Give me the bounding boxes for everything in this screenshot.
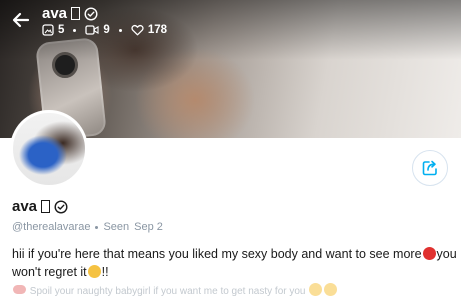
- avatar[interactable]: [10, 110, 88, 188]
- profile-display-name: ava: [12, 198, 38, 215]
- smirk-emoji-icon: [309, 283, 323, 296]
- bio-faded-text: Spoil your naughty babygirl if you want …: [29, 286, 306, 297]
- cover-display-name: ava: [42, 5, 68, 22]
- lips-emoji-icon: [13, 285, 26, 294]
- videos-count: 9: [103, 24, 110, 36]
- grin-emoji-icon: [87, 265, 101, 278]
- missing-glyph-box: [71, 7, 81, 20]
- handle-row: @therealavarae Seen Sep 2: [12, 221, 163, 233]
- back-arrow-icon: [12, 12, 30, 28]
- stat-separator: [118, 28, 122, 32]
- smirk-emoji-icon: [324, 283, 338, 296]
- bio-line-end: !!: [101, 265, 109, 279]
- bio-faded-line: Spoil your naughty babygirl if you want …: [12, 283, 457, 297]
- cover-stats: 5 9 178: [42, 24, 167, 36]
- cover-title: ava: [42, 5, 98, 22]
- seen-label: Seen: [103, 221, 130, 233]
- angry-face-emoji-icon: [422, 247, 436, 260]
- video-icon: [85, 25, 99, 35]
- verified-check-icon: [84, 6, 98, 21]
- photos-count: 5: [58, 24, 65, 36]
- missing-glyph-box: [41, 200, 51, 213]
- seen-separator: [95, 225, 99, 229]
- heart-icon: [131, 24, 144, 36]
- seen-date: Sep 2: [134, 221, 163, 233]
- profile-name-row: ava: [12, 198, 68, 215]
- share-icon: [422, 160, 437, 176]
- photos-stat: 5: [42, 24, 64, 36]
- stat-separator: [73, 28, 77, 32]
- profile-handle[interactable]: @therealavarae: [12, 221, 90, 233]
- photo-icon: [42, 24, 54, 36]
- back-button[interactable]: [10, 9, 32, 31]
- bio-text: hii if you're here that means you liked …: [12, 245, 457, 281]
- bio-line-start: hii if you're here that means you liked …: [12, 247, 422, 261]
- share-button[interactable]: [412, 150, 448, 186]
- videos-stat: 9: [85, 24, 110, 36]
- verified-check-icon: [54, 199, 68, 214]
- likes-count: 178: [147, 24, 167, 36]
- likes-stat: 178: [131, 24, 167, 36]
